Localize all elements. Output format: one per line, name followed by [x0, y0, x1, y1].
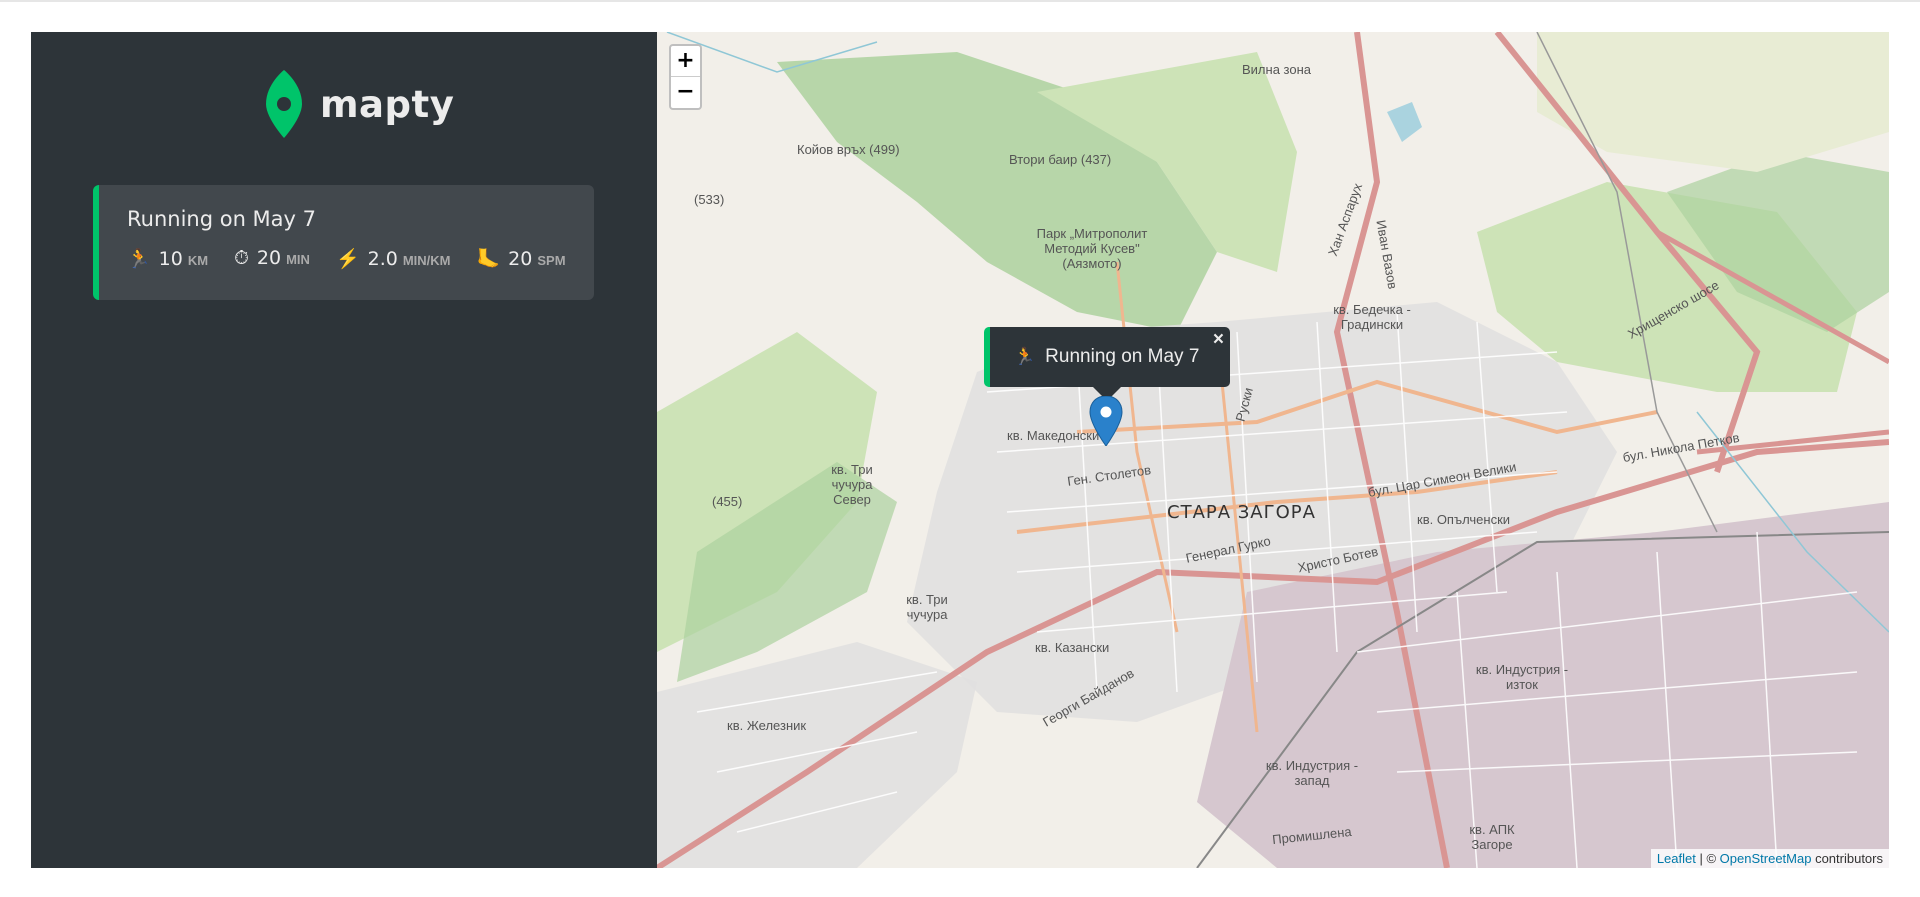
distance-value: 10 — [158, 248, 183, 270]
city-label: СТАРА ЗАГОРА — [1167, 502, 1316, 523]
map-attribution: Leaflet | © OpenStreetMap contributors — [1650, 849, 1889, 868]
map-marker-icon[interactable] — [1089, 396, 1123, 446]
sidebar: mapty Running on May 7 🏃 10 km ⏱ 20 min … — [31, 32, 657, 868]
workout-pace: ⚡ 2.0 min/km — [336, 247, 451, 271]
stopwatch-icon: ⏱ — [234, 248, 249, 269]
duration-unit: min — [286, 252, 310, 267]
osm-link[interactable]: OpenStreetMap — [1720, 851, 1812, 866]
running-icon: 🏃 — [1014, 347, 1036, 366]
popup-text: Running on May 7 — [1045, 346, 1200, 367]
top-border — [0, 0, 1920, 2]
zoom-control: + − — [669, 44, 702, 110]
workout-title: Running on May 7 — [127, 207, 317, 231]
attribution-separator: | © — [1695, 851, 1720, 866]
workout-cadence: 🦶 20 spm — [477, 247, 566, 271]
pace-unit: min/km — [402, 253, 451, 268]
zoom-in-button[interactable]: + — [671, 46, 700, 77]
map[interactable]: Вилна зона Койов връх (499) Втори баир (… — [657, 32, 1889, 868]
lightning-icon: ⚡ — [335, 249, 360, 270]
map-label: кв. АПК Загоре — [1469, 822, 1515, 852]
map-label: (533) — [694, 192, 725, 207]
leaflet-link[interactable]: Leaflet — [1657, 851, 1696, 866]
cadence-unit: spm — [537, 253, 566, 268]
workout-duration: ⏱ 20 min — [234, 247, 310, 271]
workout-item-running[interactable]: Running on May 7 🏃 10 km ⏱ 20 min ⚡ 2.0 … — [93, 185, 594, 300]
popup-close-button[interactable]: × — [1213, 329, 1224, 351]
duration-value: 20 — [256, 247, 282, 269]
map-label: кв. Три чучура Север — [831, 462, 873, 507]
map-label: кв. Македонски — [1007, 428, 1100, 443]
map-label: кв. Железник — [727, 718, 807, 733]
map-label: кв. Бедечка - Градински — [1333, 302, 1411, 332]
map-label: Втори баир (437) — [1009, 152, 1112, 167]
map-label: Койов връх (499) — [797, 142, 900, 157]
pace-value: 2.0 — [367, 248, 398, 270]
workout-distance: 🏃 10 km — [127, 247, 208, 271]
map-label: кв. Индустрия - запад — [1265, 758, 1359, 788]
attribution-suffix: contributors — [1811, 851, 1883, 866]
cadence-value: 20 — [508, 248, 533, 270]
logo: mapty — [262, 70, 454, 138]
workout-popup[interactable]: 🏃 Running on May 7 × — [984, 327, 1230, 387]
map-label: кв. Опълченски — [1417, 512, 1511, 527]
map-label: (455) — [712, 494, 743, 509]
logo-text: mapty — [320, 82, 455, 126]
foot-icon: 🦶 — [476, 249, 501, 270]
map-label: Парк „Митрополит Методий Кусев" (Аязмото… — [1036, 226, 1148, 271]
zoom-out-button[interactable]: − — [671, 77, 700, 108]
workout-details: 🏃 10 km ⏱ 20 min ⚡ 2.0 min/km 🦶 20 spm — [127, 247, 594, 271]
map-label: кв. Три чучура — [906, 592, 948, 622]
distance-unit: km — [187, 253, 209, 268]
map-label: кв. Казански — [1035, 640, 1110, 655]
map-label: кв. Индустрия - изток — [1475, 662, 1569, 692]
map-label: Вилна зона — [1242, 62, 1311, 77]
running-icon: 🏃 — [127, 249, 151, 270]
map-pin-logo-icon — [266, 70, 302, 138]
